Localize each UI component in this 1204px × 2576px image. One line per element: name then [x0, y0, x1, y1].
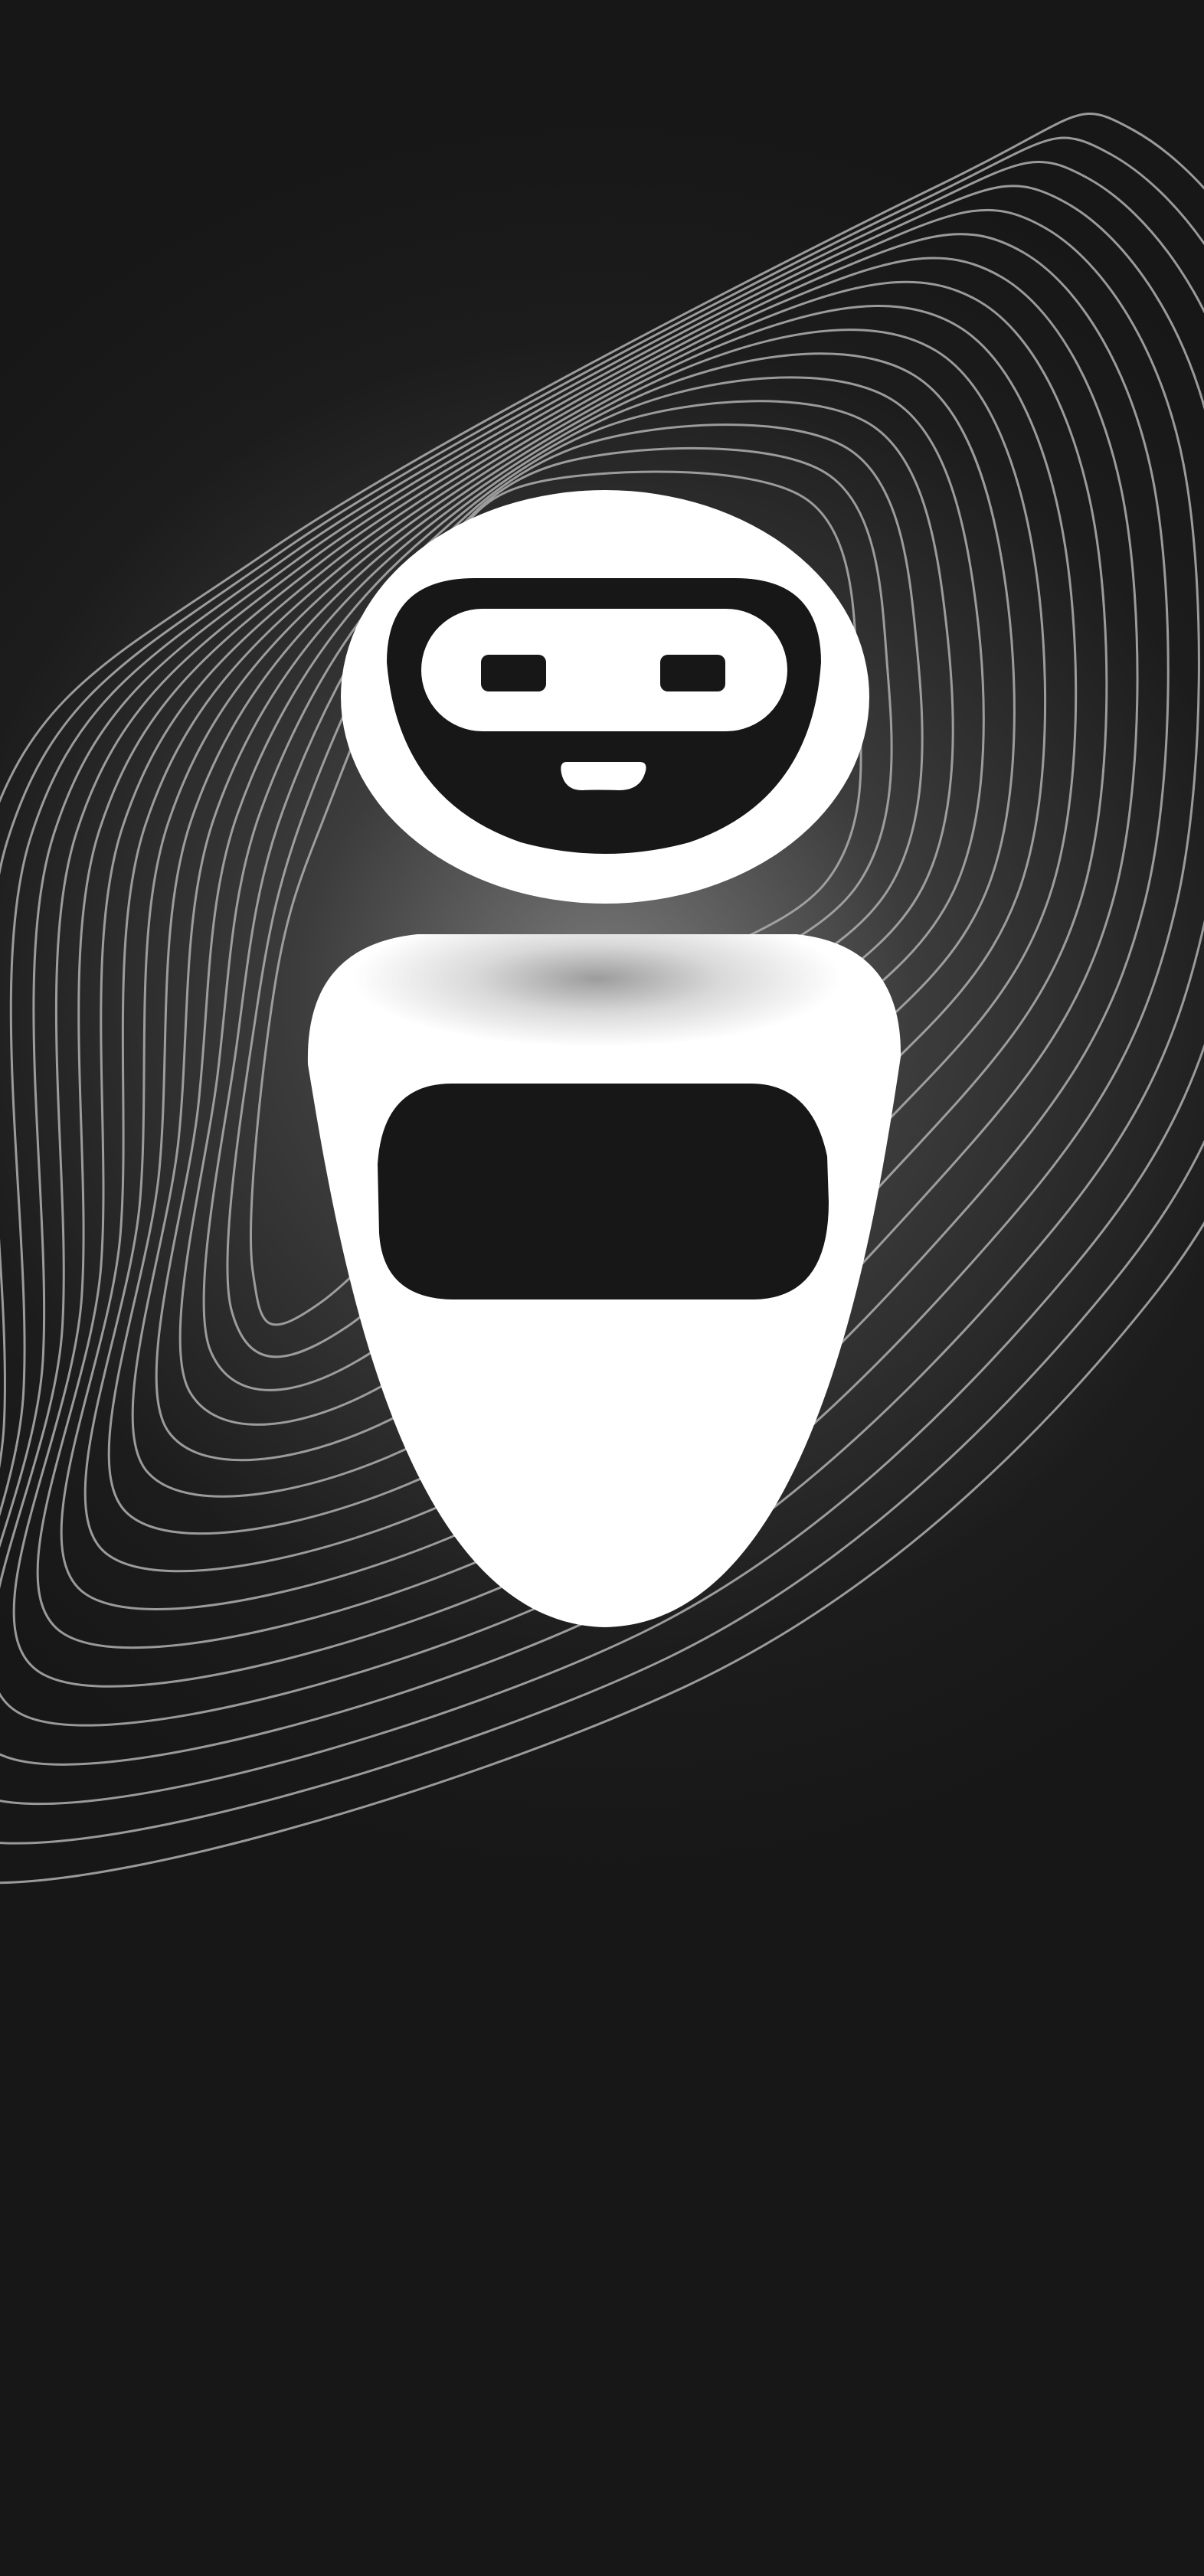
- robot-visor: [421, 609, 787, 731]
- robot-eye-icon: [660, 655, 725, 691]
- robot-eye-icon: [481, 655, 546, 691]
- robot-chest-screen-icon: [378, 1084, 829, 1299]
- robot-illustration: [0, 0, 1204, 2576]
- robot-mouth-icon: [561, 762, 646, 790]
